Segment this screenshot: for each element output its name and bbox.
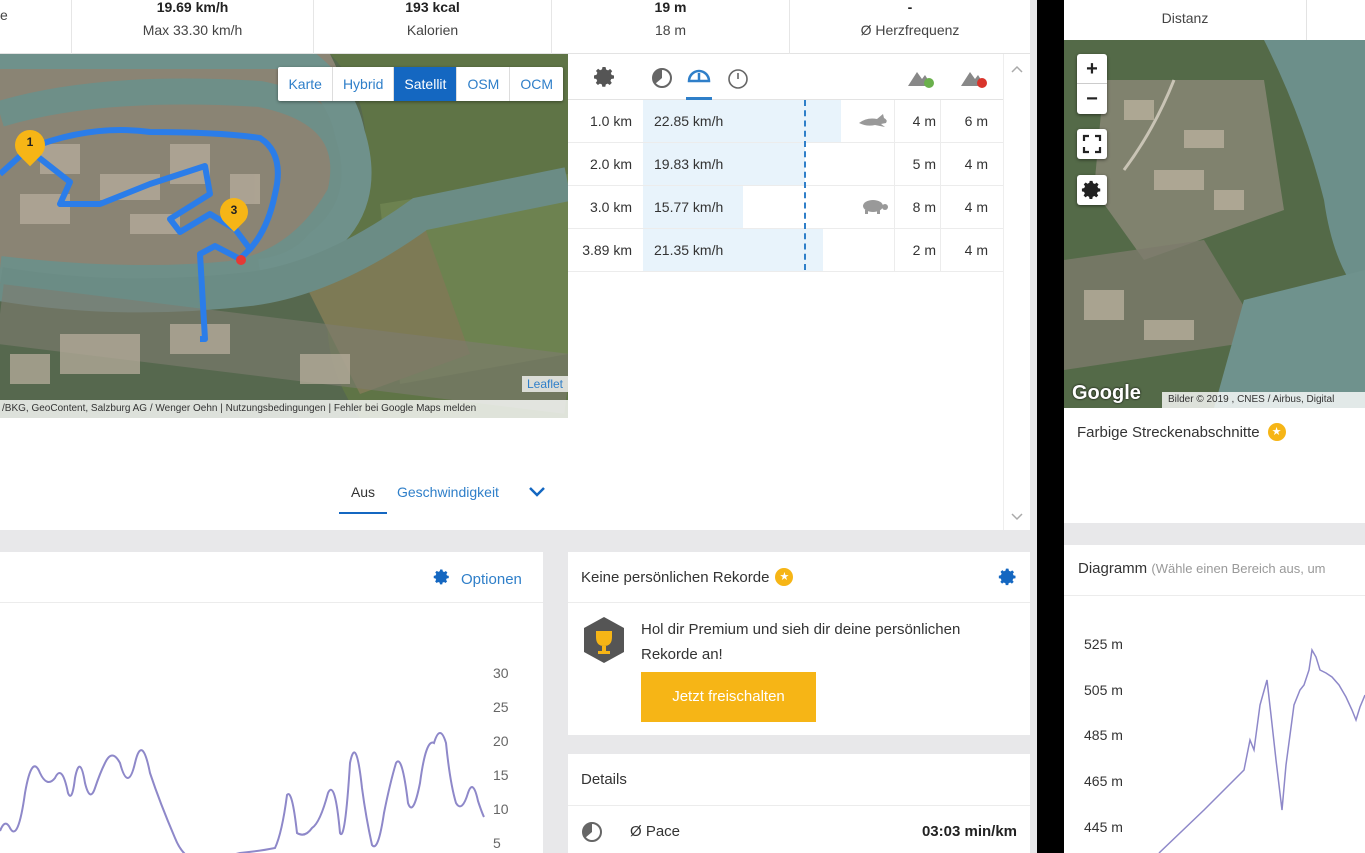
lap-row[interactable]: 1.0 km 22.85 km/h 4 m 6 m bbox=[568, 100, 1003, 143]
stats-bar: e 19.69 km/h Max 33.30 km/h 193 kcal Kal… bbox=[0, 0, 1030, 54]
descent-icon[interactable] bbox=[959, 68, 989, 93]
stat-value: 19.69 km/h bbox=[156, 0, 229, 15]
coloring-off-tab[interactable]: Aus bbox=[339, 484, 387, 514]
stat-label: Max 33.30 km/h bbox=[142, 22, 243, 38]
speedometer-icon[interactable] bbox=[686, 64, 712, 100]
pace-label: Ø Pace bbox=[630, 823, 681, 840]
stat-speed: 19.69 km/h Max 33.30 km/h bbox=[72, 0, 314, 54]
route-overlay bbox=[0, 127, 281, 342]
pace-icon[interactable] bbox=[651, 67, 673, 94]
stat-value: - bbox=[907, 0, 913, 15]
right-stats-bar: Distanz bbox=[1064, 0, 1365, 40]
unlock-premium-button[interactable]: Jetzt freischalten bbox=[641, 672, 816, 722]
map-attribution[interactable]: /BKG, GeoContent, Salzburg AG / Wenger O… bbox=[0, 400, 568, 418]
route-map[interactable]: 1 3 Karte Hybrid Satellit OSM OCM Leafle… bbox=[0, 54, 568, 418]
stat-value: 193 kcal bbox=[405, 0, 460, 15]
map-type-ocm[interactable]: OCM bbox=[510, 67, 563, 101]
google-logo: Google bbox=[1072, 382, 1141, 404]
premium-message: Hol dir Premium und sieh dir deine persö… bbox=[641, 621, 961, 663]
colored-segments-card: Farbige Streckenabschnitte ★ bbox=[1064, 408, 1365, 523]
options-button[interactable]: Optionen bbox=[433, 568, 522, 590]
gear-icon[interactable] bbox=[593, 65, 617, 94]
map-type-osm[interactable]: OSM bbox=[457, 67, 511, 101]
trophy-icon bbox=[582, 615, 626, 670]
average-speed-line bbox=[804, 100, 806, 270]
stat-value: 19 m bbox=[654, 0, 687, 15]
lap-row[interactable]: 3.0 km 15.77 km/h 8 m 4 m bbox=[568, 186, 1003, 229]
satellite-imagery bbox=[1064, 40, 1365, 408]
map-type-satellit[interactable]: Satellit bbox=[394, 67, 458, 101]
right-map[interactable]: + − Google Bilder © 2019 , CNES / Airbus… bbox=[1064, 40, 1365, 408]
stat-label: Kalorien bbox=[406, 22, 459, 38]
map-type-karte[interactable]: Karte bbox=[278, 67, 333, 101]
details-title: Details bbox=[581, 771, 627, 788]
map-type-switcher: Karte Hybrid Satellit OSM OCM bbox=[278, 67, 563, 101]
stopwatch-icon[interactable] bbox=[727, 67, 749, 94]
stat-heartrate: - Ø Herzfrequenz bbox=[790, 0, 1030, 54]
zoom-control: + − bbox=[1077, 54, 1107, 114]
distance-label: Distanz bbox=[1161, 10, 1209, 26]
ascent-icon[interactable] bbox=[906, 68, 936, 93]
laps-scrollbar[interactable] bbox=[1003, 54, 1030, 530]
premium-star-icon: ★ bbox=[775, 568, 794, 586]
map-attribution[interactable]: Bilder © 2019 , CNES / Airbus, Digital bbox=[1162, 392, 1365, 408]
gear-icon bbox=[433, 568, 451, 590]
lap-row[interactable]: 3.89 km 21.35 km/h 2 m 4 m bbox=[568, 229, 1003, 272]
stat-label: Ø Herzfrequenz bbox=[860, 22, 960, 38]
gear-icon[interactable] bbox=[1077, 175, 1107, 205]
route-coloring-bar: Aus Geschwindigkeit bbox=[0, 418, 568, 530]
speed-chart[interactable] bbox=[0, 603, 490, 853]
turtle-icon bbox=[858, 197, 890, 218]
stat-label: 18 m bbox=[654, 22, 687, 38]
records-title: Keine persönlichen Rekorde ★ bbox=[581, 568, 794, 586]
premium-star-icon: ★ bbox=[1267, 423, 1286, 441]
gear-icon[interactable] bbox=[998, 567, 1018, 592]
personal-records-card: Keine persönlichen Rekorde ★ Hol dir Pre… bbox=[568, 552, 1030, 735]
pace-icon bbox=[581, 821, 603, 848]
fullscreen-icon[interactable] bbox=[1077, 129, 1107, 159]
details-card: Details Ø Pace 03:03 min/km bbox=[568, 754, 1030, 853]
coloring-speed-tab[interactable]: Geschwindigkeit bbox=[397, 484, 499, 500]
laps-header bbox=[568, 54, 1003, 100]
chevron-down-icon[interactable] bbox=[527, 484, 547, 505]
segments-title: Farbige Streckenabschnitte bbox=[1077, 423, 1260, 441]
stat-calories: 193 kcal Kalorien bbox=[314, 0, 552, 54]
left-app-window: e 19.69 km/h Max 33.30 km/h 193 kcal Kal… bbox=[0, 0, 1037, 853]
leaflet-link[interactable]: Leaflet bbox=[521, 376, 568, 392]
diagram-card: Diagramm (Wähle einen Bereich aus, um 52… bbox=[1064, 545, 1365, 853]
lap-row[interactable]: 2.0 km 19.83 km/h 5 m 4 m bbox=[568, 143, 1003, 186]
zoom-in-button[interactable]: + bbox=[1077, 54, 1107, 84]
rabbit-icon bbox=[857, 111, 889, 132]
zoom-out-button[interactable]: − bbox=[1077, 84, 1107, 114]
stat-partial: e bbox=[0, 0, 72, 54]
stat-elevation: 19 m 18 m bbox=[552, 0, 790, 54]
elevation-chart[interactable] bbox=[1064, 545, 1365, 853]
pace-value: 03:03 min/km bbox=[921, 823, 1017, 840]
right-app-window: Distanz + − Google Bilder © 2019 , CNES … bbox=[1064, 0, 1365, 853]
laps-table: 1.0 km 22.85 km/h 4 m 6 m 2.0 km 19.83 k… bbox=[568, 54, 1003, 530]
map-type-hybrid[interactable]: Hybrid bbox=[333, 67, 395, 101]
speed-chart-card: Optionen 30 25 20 15 10 5 bbox=[0, 552, 543, 853]
